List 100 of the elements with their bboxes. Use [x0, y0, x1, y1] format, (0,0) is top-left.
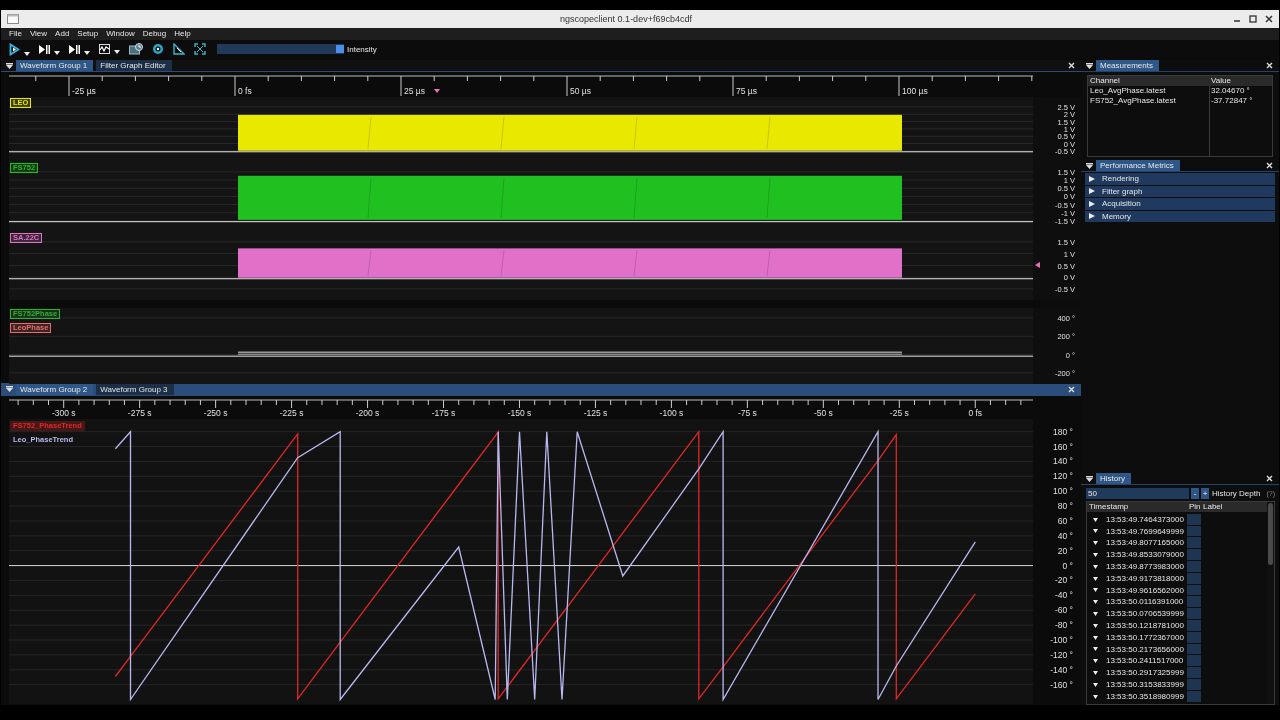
axis-label: -250 s: [203, 408, 228, 418]
axis-label: 50 µs: [570, 86, 591, 96]
menu-item[interactable]: Window: [102, 28, 139, 40]
caret-down-icon[interactable]: [1093, 694, 1098, 699]
axis-label: -300 s: [51, 408, 76, 418]
caret-down-icon[interactable]: [1093, 635, 1098, 640]
timestamp[interactable]: 13:53:49.9616562000: [1106, 584, 1184, 597]
picture-icon[interactable]: [129, 43, 143, 55]
caret-down-icon[interactable]: [1093, 576, 1098, 581]
caret-down-icon[interactable]: [1093, 682, 1098, 687]
menu-item[interactable]: View: [25, 28, 52, 40]
fullscreen-icon[interactable]: [194, 43, 206, 55]
pin-cell[interactable]: [1187, 513, 1201, 526]
timestamp[interactable]: 13:53:50.2917325999: [1106, 667, 1184, 679]
tab[interactable]: Filter Graph Editor: [96, 60, 172, 71]
maximize-icon[interactable]: [1249, 15, 1257, 23]
timestamp[interactable]: 13:53:49.7699649999: [1106, 525, 1184, 538]
timestamp[interactable]: 13:53:50.2411517000: [1106, 655, 1184, 668]
caret-down-icon[interactable]: [1093, 541, 1098, 546]
slider-thumb[interactable]: [336, 45, 344, 53]
caret-icon[interactable]: [114, 50, 120, 54]
column-header: Timestamp: [1087, 502, 1187, 512]
axis-label: 100 µs: [902, 86, 928, 96]
timestamp[interactable]: 13:53:50.1772367000: [1106, 631, 1184, 644]
caret-icon[interactable]: [84, 50, 90, 55]
scrollbar-thumb[interactable]: [1268, 503, 1273, 565]
axis-label: 0 fs: [968, 408, 983, 418]
caret-down-icon[interactable]: [1093, 553, 1098, 558]
menu-item[interactable]: File: [5, 28, 26, 40]
tab[interactable]: Waveform Group 2: [16, 383, 94, 395]
caret-down-icon[interactable]: [1093, 600, 1098, 605]
menu-item[interactable]: Add: [51, 28, 74, 40]
timestamp[interactable]: 13:53:50.0706539999: [1106, 608, 1184, 620]
timestamp[interactable]: 13:53:50.0116391000: [1106, 596, 1184, 609]
collapse-icon[interactable]: [1086, 62, 1093, 69]
collapsible-label: Acquisition: [1102, 199, 1141, 209]
gear-icon[interactable]: [152, 43, 164, 55]
collapse-icon[interactable]: [6, 62, 13, 69]
pin-cell[interactable]: [1187, 608, 1201, 620]
play-icon[interactable]: [9, 42, 20, 56]
collapse-icon[interactable]: [1086, 475, 1093, 482]
step-icon[interactable]: [69, 43, 80, 55]
timestamp[interactable]: 13:53:50.2173656000: [1106, 643, 1184, 656]
axis-label: -100 °: [1050, 635, 1073, 645]
caret-icon[interactable]: [24, 51, 30, 56]
axis-label: -225 s: [279, 408, 304, 418]
tab[interactable]: Performance Metrics: [1096, 160, 1180, 171]
axis-label: -60 °: [1054, 605, 1073, 616]
caret-down-icon[interactable]: [1093, 529, 1098, 534]
collapsible-header[interactable]: Rendering: [1085, 173, 1275, 185]
increment-button[interactable]: +: [1201, 488, 1209, 499]
timestamp[interactable]: 13:53:49.8773983000: [1106, 561, 1184, 573]
axis-label: -50 s: [813, 408, 833, 418]
triangle-icon[interactable]: [173, 43, 185, 55]
menu-item[interactable]: Setup: [73, 28, 103, 40]
caret-down-icon[interactable]: [1093, 671, 1098, 676]
tab[interactable]: Waveform Group 1: [16, 60, 94, 71]
table-cell-text: 32.04670 °: [1210, 86, 1251, 96]
menu-item[interactable]: Debug: [138, 28, 171, 40]
decrement-button[interactable]: -: [1191, 488, 1199, 499]
collapse-icon[interactable]: [6, 386, 13, 392]
step-icon[interactable]: [39, 43, 50, 55]
axis-label: 140 °: [1053, 456, 1073, 467]
pin-cell[interactable]: [1187, 596, 1201, 609]
tab[interactable]: History: [1096, 473, 1131, 484]
close-icon[interactable]: [1265, 15, 1273, 23]
timestamp[interactable]: 13:53:50.3153833999: [1106, 678, 1184, 691]
timestamp[interactable]: 13:53:49.9173818000: [1106, 572, 1184, 585]
timestamp[interactable]: 13:53:49.8077165000: [1106, 537, 1184, 550]
caret-down-icon[interactable]: [1093, 588, 1098, 593]
caret-down-icon[interactable]: [1093, 623, 1098, 628]
pin-cell[interactable]: [1187, 549, 1201, 561]
caret-down-icon[interactable]: [1093, 612, 1098, 617]
collapsible-header[interactable]: Memory: [1085, 210, 1275, 222]
waveform-icon[interactable]: [99, 44, 110, 54]
slider-label: Intensity: [347, 44, 377, 54]
timestamp[interactable]: 13:53:49.7464373000: [1106, 513, 1184, 526]
column-header: Value: [1209, 76, 1272, 86]
collapsible-header[interactable]: Filter graph: [1085, 185, 1275, 197]
pin-cell[interactable]: [1187, 667, 1201, 679]
caret-icon[interactable]: [54, 50, 60, 55]
tab[interactable]: Measurements: [1096, 60, 1159, 71]
caret-down-icon[interactable]: [1093, 647, 1098, 652]
timestamp[interactable]: 13:53:50.3518980999: [1106, 690, 1184, 703]
axis-label: 60 °: [1057, 515, 1073, 526]
menu-item[interactable]: Help: [170, 28, 195, 40]
caret-down-icon[interactable]: [1093, 517, 1098, 522]
timestamp[interactable]: 13:53:50.1218781000: [1106, 619, 1184, 632]
depth-field[interactable]: 50: [1086, 488, 1189, 499]
caret-down-icon[interactable]: [1093, 659, 1098, 664]
timestamp[interactable]: 13:53:49.8533079000: [1106, 549, 1184, 561]
collapsible-header[interactable]: Acquisition: [1085, 198, 1275, 210]
pin-cell[interactable]: [1187, 537, 1201, 550]
slider-track[interactable]: [217, 44, 344, 54]
axis-label: 0 °: [1062, 560, 1073, 571]
collapse-icon[interactable]: [1086, 162, 1093, 169]
caret-down-icon[interactable]: [1093, 564, 1098, 569]
pin-cell[interactable]: [1187, 655, 1201, 668]
column-header: Channel: [1088, 76, 1209, 86]
tab[interactable]: Waveform Group 3: [96, 383, 174, 395]
